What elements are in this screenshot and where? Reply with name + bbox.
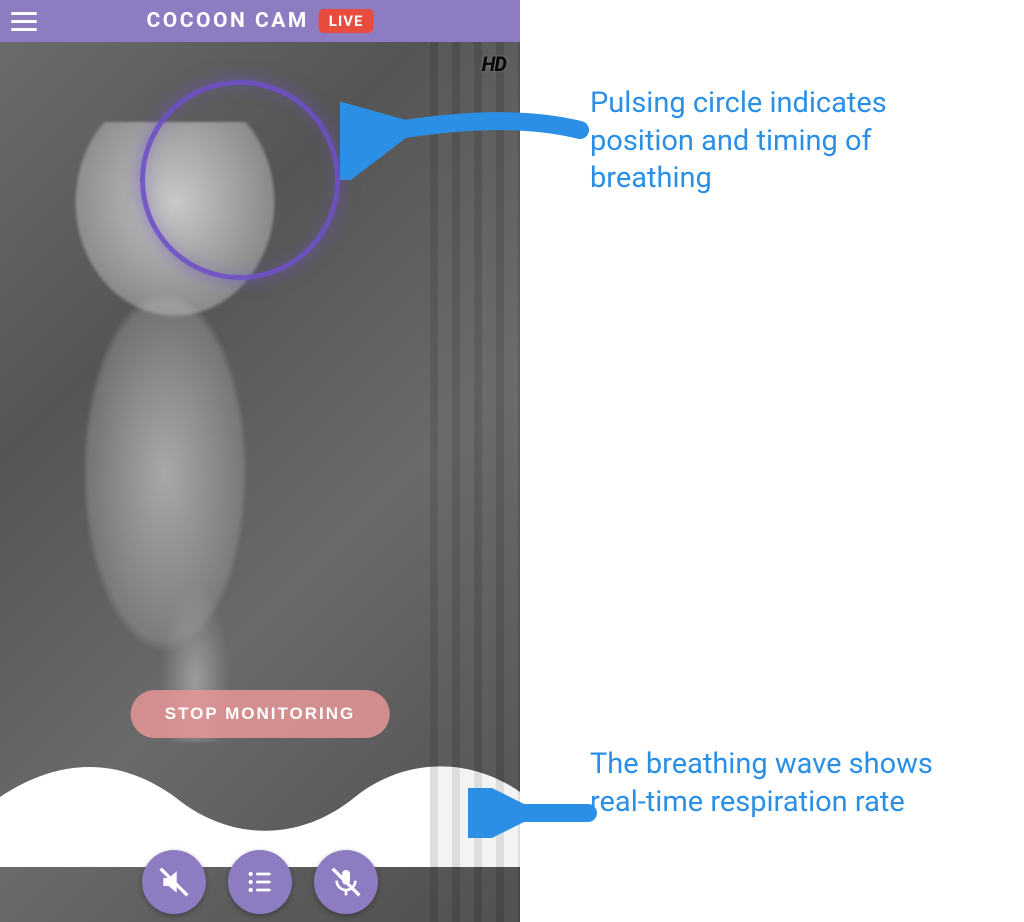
mic-muted-icon <box>330 866 362 898</box>
annotation-circle: Pulsing circle indicates position and ti… <box>590 85 970 198</box>
arrow-to-wave-icon <box>468 788 598 838</box>
arrow-to-circle-icon <box>340 100 590 180</box>
brand: COCOON CAM LIVE <box>147 9 374 33</box>
list-menu-button[interactable] <box>228 850 292 914</box>
speaker-muted-icon <box>158 866 190 898</box>
mute-mic-button[interactable] <box>314 850 378 914</box>
annotation-wave: The breathing wave shows real-time respi… <box>590 746 970 821</box>
live-badge: LIVE <box>319 9 374 33</box>
list-icon <box>244 866 276 898</box>
bottom-controls <box>0 842 520 922</box>
brand-name: COCOON CAM <box>147 9 309 33</box>
menu-icon[interactable] <box>8 5 40 37</box>
hd-badge: HD <box>482 52 506 76</box>
app-header: COCOON CAM LIVE <box>0 0 520 42</box>
breathing-circle-icon <box>140 80 340 280</box>
stop-monitoring-button[interactable]: STOP MONITORING <box>131 690 390 738</box>
mute-speaker-button[interactable] <box>142 850 206 914</box>
